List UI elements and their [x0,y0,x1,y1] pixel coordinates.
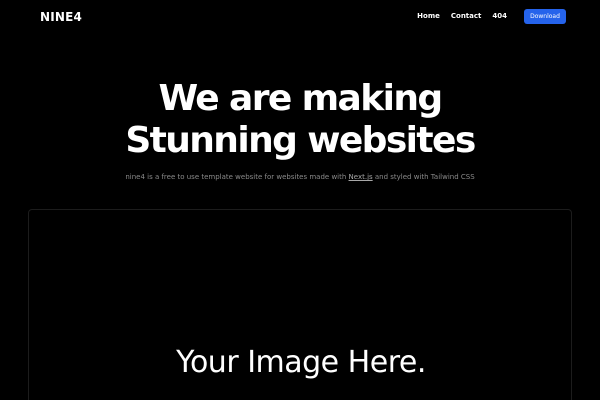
nav-404-link[interactable]: 404 [492,11,507,21]
nextjs-link[interactable]: Next.js [349,173,373,181]
image-placeholder-frame: Your Image Here. [28,209,572,400]
page: NINE4 Home Contact 404 Download We are m… [0,0,600,400]
brand-logo[interactable]: NINE4 [40,9,82,25]
hero-title: We are making Stunning websites [0,78,600,162]
navbar: NINE4 Home Contact 404 Download [0,0,600,34]
hero-subtitle-text-start: nine4 is a free to use template website … [125,173,349,181]
hero-title-line-1: We are making [158,78,443,119]
download-button[interactable]: Download [524,9,566,24]
nav-home-link[interactable]: Home [417,11,440,21]
hero-title-line-2: Stunning websites [125,120,476,161]
hero-subtitle-text-end: and styled with Tailwind CSS [372,173,475,181]
nav-contact-link[interactable]: Contact [451,11,482,21]
nav-links: Home Contact 404 [417,11,507,21]
hero-subtitle: nine4 is a free to use template website … [110,171,490,184]
image-placeholder-caption: Your Image Here. [176,345,426,380]
